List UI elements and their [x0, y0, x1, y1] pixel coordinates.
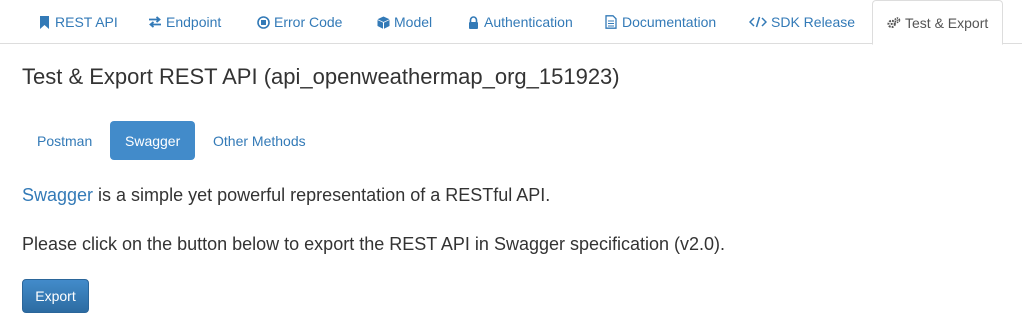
export-button[interactable]: Export: [22, 279, 89, 313]
gears-icon: [887, 16, 901, 30]
code-icon: [749, 15, 767, 29]
pill-other-methods[interactable]: Other Methods: [213, 121, 306, 160]
tab-label: Model: [394, 14, 433, 30]
bookmark-icon: [37, 15, 51, 29]
tab-label: Error Code: [274, 14, 343, 30]
swagger-description-text: is a simple yet powerful representation …: [93, 185, 551, 205]
tab-rest-api[interactable]: REST API: [37, 0, 118, 44]
exchange-arrows-icon: [148, 15, 162, 29]
tab-error-code[interactable]: Error Code: [256, 0, 342, 44]
pill-postman[interactable]: Postman: [37, 121, 92, 160]
tab-authentication[interactable]: Authentication: [466, 0, 573, 44]
swagger-link[interactable]: Swagger: [22, 185, 93, 205]
circle-x-icon: [256, 15, 270, 29]
main-tab-bar: REST API Endpoint Error Code Model Authe…: [0, 0, 1022, 45]
cube-icon: [376, 15, 390, 29]
pill-swagger[interactable]: Swagger: [110, 121, 196, 160]
page-title: Test & Export REST API (api_openweatherm…: [22, 64, 620, 89]
tab-label: Authentication: [484, 14, 573, 30]
tab-model[interactable]: Model: [376, 0, 432, 44]
tab-endpoint[interactable]: Endpoint: [148, 0, 221, 44]
tab-label: SDK Release: [771, 14, 856, 30]
page: REST API Endpoint Error Code Model Authe…: [0, 0, 1022, 326]
tab-label: Endpoint: [166, 14, 222, 30]
tab-label: REST API: [55, 14, 118, 30]
swagger-description: Swagger is a simple yet powerful represe…: [22, 185, 550, 206]
tab-test-export[interactable]: Test & Export: [872, 0, 1004, 45]
tab-documentation[interactable]: Documentation: [604, 0, 716, 44]
lock-icon: [466, 15, 480, 29]
document-icon: [604, 15, 618, 29]
tab-label: Test & Export: [905, 14, 989, 31]
export-instruction: Please click on the button below to expo…: [22, 234, 726, 254]
tab-sdk-release[interactable]: SDK Release: [749, 0, 855, 44]
tab-label: Documentation: [622, 14, 717, 30]
